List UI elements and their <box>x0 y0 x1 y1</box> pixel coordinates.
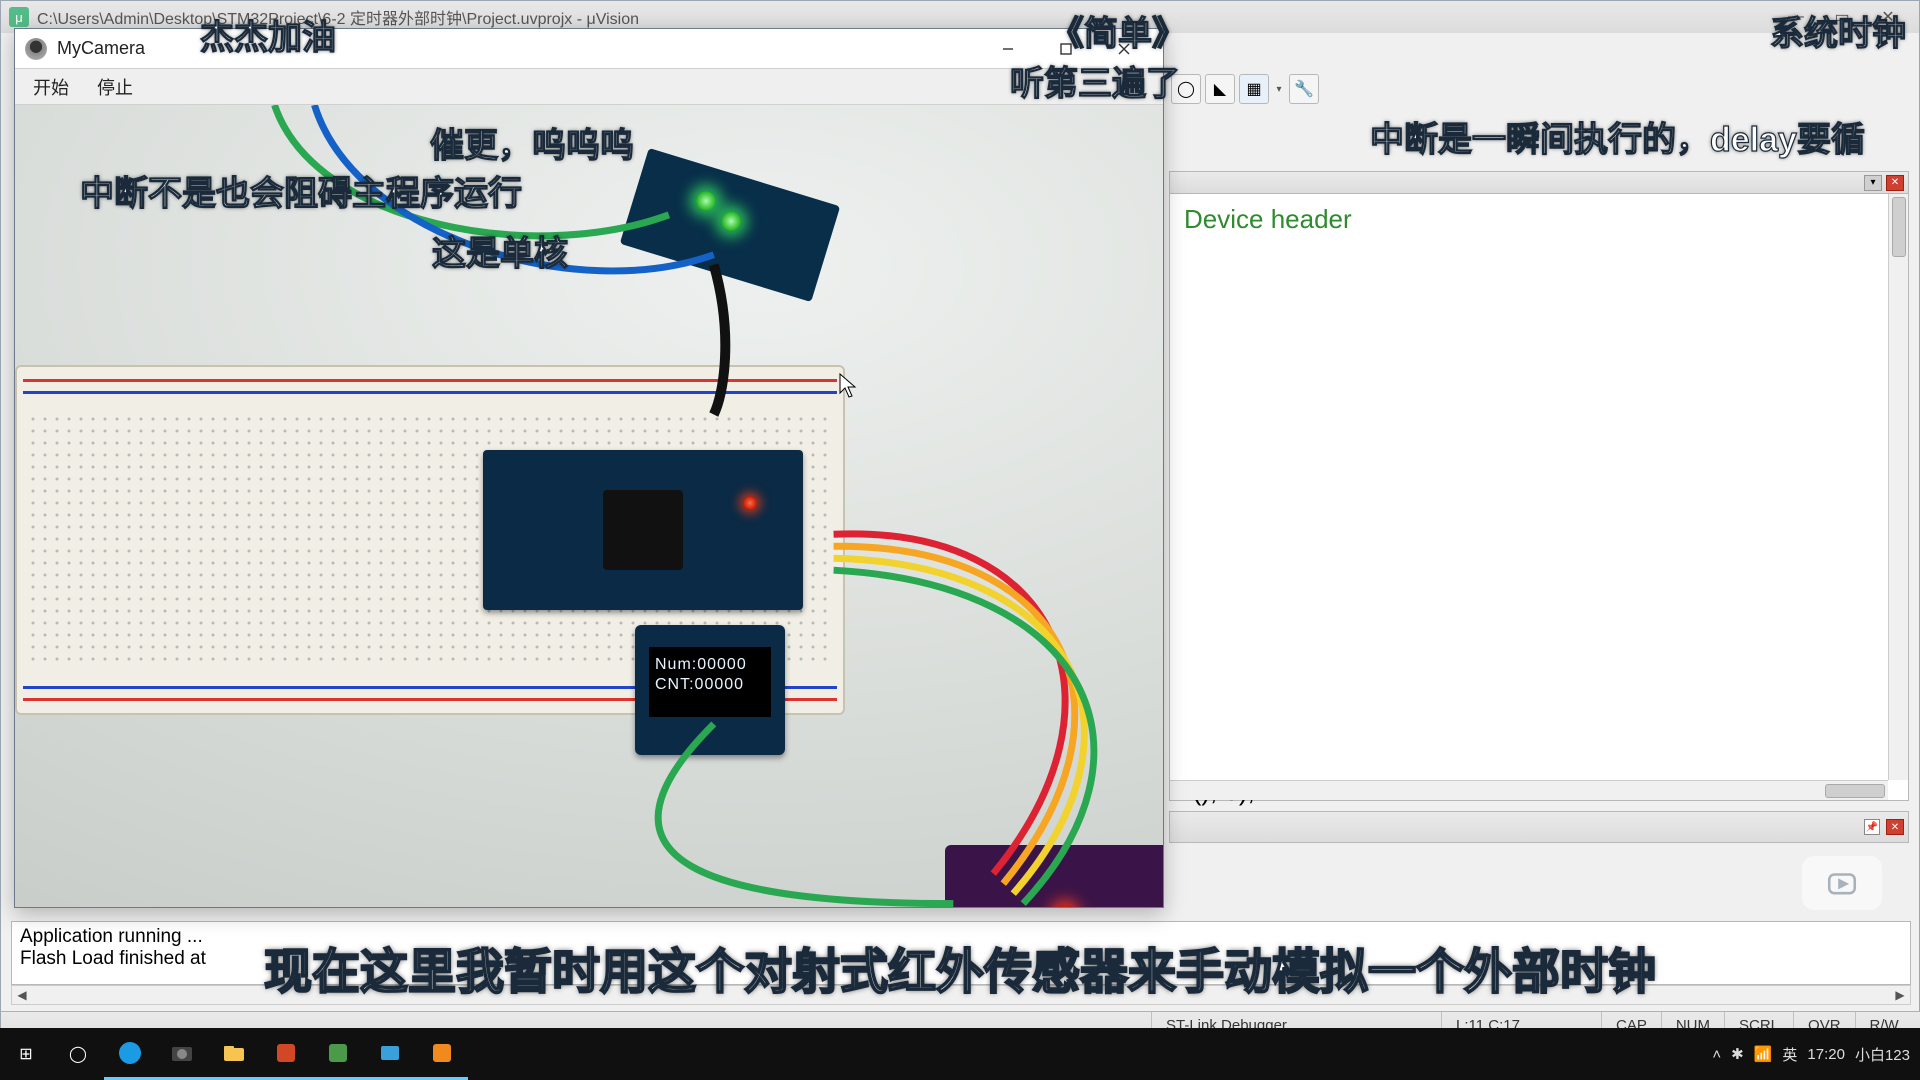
subtitle-caption: 现在这里我暂时用这个对射式红外传感器来手动模拟一个外部时钟 <box>264 932 1656 1002</box>
uvision-title-text: C:\Users\Admin\Desktop\STM32Project\6-2 … <box>37 5 639 29</box>
taskbar-app-icon[interactable] <box>416 1028 468 1080</box>
toolbar-view-dropdown[interactable]: ▾ <box>1273 84 1285 95</box>
danmaku-text: 系统时钟 <box>1770 6 1906 55</box>
taskbar-search[interactable]: ◯ <box>52 1028 104 1080</box>
tray-time[interactable]: 17:20 <box>1807 1046 1845 1063</box>
code-pane-close[interactable]: ✕ <box>1886 175 1904 191</box>
oled-line-2: CNT:00000 <box>655 675 765 695</box>
oled-line-1: Num:00000 <box>655 655 765 675</box>
mycamera-titlebar[interactable]: MyCamera <box>15 29 1163 69</box>
toolbar-button-view[interactable]: ▦ <box>1239 74 1269 104</box>
menu-start[interactable]: 开始 <box>33 74 69 100</box>
code-editor-body[interactable]: Device header r(), 5); <box>1170 194 1908 817</box>
code-horizontal-scrollbar[interactable] <box>1170 780 1888 800</box>
danmaku-text: 听第三遍了 <box>1010 56 1180 105</box>
camera-viewport: Num:00000 CNT:00000 <box>15 105 1163 907</box>
stlink-led <box>1055 905 1075 907</box>
output-line-2: Flash Load finished at <box>20 948 206 969</box>
bilibili-play-badge[interactable] <box>1802 856 1882 910</box>
menu-stop[interactable]: 停止 <box>97 74 133 100</box>
build-pane-close[interactable]: ✕ <box>1886 819 1904 835</box>
danmaku-text: 中断不是也会阻碍主程序运行 <box>80 166 522 215</box>
tray-extra: 小白123 <box>1855 1044 1910 1065</box>
code-comment: Device header <box>1184 204 1352 234</box>
taskbar-photos-icon[interactable] <box>364 1028 416 1080</box>
toolbar-button-2[interactable]: ◣ <box>1205 74 1235 104</box>
uvision-app-icon: μ <box>9 7 29 27</box>
sensor-green-led-2 <box>719 209 744 234</box>
taskbar-uvision-icon[interactable] <box>312 1028 364 1080</box>
oled-display: Num:00000 CNT:00000 <box>635 625 785 755</box>
code-editor-pane: ▾ ✕ Device header r(), 5); <box>1169 171 1909 801</box>
danmaku-text: 这是单核 <box>432 226 568 275</box>
sensor-green-led-1 <box>694 188 719 213</box>
mcu-chip <box>603 490 683 570</box>
tray-security-icon[interactable]: ✱ <box>1731 1045 1744 1063</box>
system-tray[interactable]: ˄ ✱ 📶 英 17:20 小白123 <box>1702 1044 1920 1065</box>
danmaku-text: 中断是一瞬间执行的，delay要循 <box>1370 112 1865 161</box>
tray-chevron-icon[interactable]: ˄ <box>1712 1046 1721 1063</box>
mcu-power-led <box>743 496 757 510</box>
output-line-1: Application running ... <box>20 926 203 947</box>
mouse-cursor-icon <box>839 373 857 399</box>
taskbar-explorer-icon[interactable] <box>208 1028 260 1080</box>
code-pane-dropdown[interactable]: ▾ <box>1864 175 1882 191</box>
stm32-bluepill <box>483 450 803 610</box>
oled-screen: Num:00000 CNT:00000 <box>649 647 771 717</box>
uvision-toolbar: ◯ ◣ ▦ ▾ 🔧 <box>1171 73 1319 105</box>
danmaku-text: 《简单》 <box>1050 6 1186 55</box>
toolbar-button-config[interactable]: 🔧 <box>1289 74 1319 104</box>
mycamera-menu: 开始 停止 <box>15 69 1163 105</box>
taskbar-powerpoint-icon[interactable] <box>260 1028 312 1080</box>
tray-ime-indicator[interactable]: 英 <box>1782 1044 1797 1065</box>
code-vertical-scrollbar[interactable] <box>1888 194 1908 780</box>
stlink-programmer <box>945 845 1163 907</box>
camera-app-icon <box>25 38 47 60</box>
start-button[interactable]: ⊞ <box>0 1028 52 1080</box>
taskbar-camera-icon[interactable] <box>156 1028 208 1080</box>
taskbar-edge-icon[interactable] <box>104 1028 156 1080</box>
scroll-left-arrow[interactable]: ◀ <box>12 986 32 1004</box>
tray-network-icon[interactable]: 📶 <box>1754 1045 1773 1063</box>
danmaku-text: 催更，呜呜呜 <box>430 118 634 167</box>
danmaku-text: 杰杰加油 <box>200 10 336 59</box>
build-output-pane-header: 📌 ✕ <box>1169 811 1909 843</box>
mycamera-title-text: MyCamera <box>57 38 145 59</box>
code-pane-header: ▾ ✕ <box>1170 172 1908 194</box>
build-pane-pin[interactable]: 📌 <box>1864 819 1880 835</box>
windows-taskbar: ⊞ ◯ ˄ ✱ 📶 英 17:20 小白123 <box>0 1028 1920 1080</box>
scroll-right-arrow[interactable]: ▶ <box>1890 986 1910 1004</box>
